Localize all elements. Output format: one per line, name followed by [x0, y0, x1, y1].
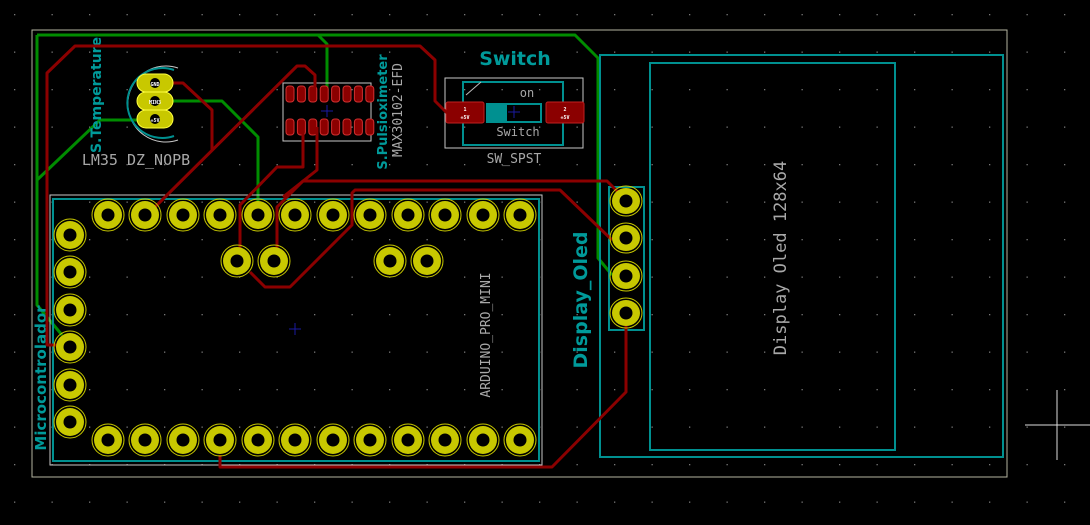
arduino-pad[interactable] [503, 423, 537, 457]
display-value: Display Oled 128x64 [771, 161, 791, 355]
arduino-pad[interactable] [53, 218, 87, 252]
arduino-pad[interactable] [391, 423, 425, 457]
arduino-pad[interactable] [53, 405, 87, 439]
pad-name: MIN3 [149, 100, 161, 106]
arduino-pad[interactable] [466, 423, 500, 457]
arduino-pad[interactable] [428, 423, 462, 457]
arduino-pad[interactable] [241, 423, 275, 457]
arduino-pad[interactable] [203, 198, 237, 232]
arduino-pad[interactable] [316, 198, 350, 232]
display-pin-pad[interactable] [609, 297, 643, 329]
pulse-pad[interactable] [285, 118, 295, 136]
pulse-value: MAX30102-EFD [391, 63, 406, 157]
arduino-pad[interactable] [391, 198, 425, 232]
temp-pads: GND MIN3 +5V [136, 73, 174, 129]
arduino-pad[interactable] [220, 244, 254, 278]
arduino-pad[interactable] [53, 293, 87, 327]
temp-reference: S.Temperature [89, 37, 105, 153]
arduino-pad[interactable] [278, 423, 312, 457]
arduino-pad[interactable] [128, 198, 162, 232]
arduino-pad[interactable] [53, 368, 87, 402]
temp-pad-3[interactable]: GND [136, 73, 174, 93]
temp-value: LM35 DZ_NOPB [82, 151, 190, 169]
arduino-value: ARDUINO_PRO_MINI [479, 272, 494, 397]
pad-name: GND [150, 82, 159, 88]
pulse-pad[interactable] [319, 118, 329, 136]
pulse-pad[interactable] [365, 118, 375, 136]
arduino-pad[interactable] [166, 423, 200, 457]
pulse-pad[interactable] [308, 85, 318, 103]
arduino-pad[interactable] [91, 423, 125, 457]
pulse-pad[interactable] [342, 85, 352, 103]
arduino-pad[interactable] [53, 330, 87, 364]
display-reference: Display_Oled [570, 232, 592, 369]
pad-net: +5V [460, 115, 469, 121]
arduino-pad[interactable] [241, 198, 275, 232]
switch-value: SW_SPST [487, 152, 542, 167]
arduino-pad[interactable] [166, 198, 200, 232]
pulse-pad[interactable] [353, 118, 363, 136]
pad-net: +5V [560, 115, 569, 121]
switch-pad-1[interactable]: 1 +5V [445, 101, 485, 124]
arduino-pad[interactable] [91, 198, 125, 232]
temp-pad-1[interactable]: +5V [136, 109, 174, 129]
arduino-pad[interactable] [410, 244, 444, 278]
switch-reference: Switch [479, 48, 551, 70]
temp-pad-2[interactable]: MIN3 [136, 91, 174, 111]
display-pin-pad[interactable] [609, 185, 643, 217]
display-pin-pad[interactable] [609, 260, 643, 292]
arduino-pad[interactable] [353, 423, 387, 457]
pulse-pad[interactable] [331, 85, 341, 103]
switch-body-label: Switch [496, 125, 539, 139]
pad-name: +5V [150, 118, 159, 124]
arduino-pad[interactable] [316, 423, 350, 457]
display-pin-pad[interactable] [609, 222, 643, 254]
switch-state-label: on [520, 86, 534, 100]
pulse-pad[interactable] [319, 85, 329, 103]
arduino-pad[interactable] [503, 198, 537, 232]
pulse-pad[interactable] [342, 118, 352, 136]
pulse-reference: S.Pulsioximeter [376, 54, 391, 170]
arduino-pad[interactable] [428, 198, 462, 232]
arduino-pad[interactable] [203, 423, 237, 457]
arduino-pad[interactable] [278, 198, 312, 232]
arduino-pad[interactable] [257, 244, 291, 278]
switch-pad-2[interactable]: 2 +5V [545, 101, 585, 124]
switch-toggle-knob [487, 104, 507, 122]
pcb-canvas[interactable]: Display Oled 128x64 Display_Oled ARDUINO… [0, 0, 1090, 525]
pulse-pad[interactable] [365, 85, 375, 103]
arduino-pad[interactable] [353, 198, 387, 232]
arduino-pad[interactable] [373, 244, 407, 278]
arduino-pad[interactable] [128, 423, 162, 457]
pulse-pad[interactable] [296, 85, 306, 103]
pulse-pad[interactable] [353, 85, 363, 103]
arduino-pad[interactable] [466, 198, 500, 232]
pad-number: 1 [463, 107, 466, 113]
pad-number: 2 [563, 107, 566, 113]
pcb-view[interactable]: Display Oled 128x64 Display_Oled ARDUINO… [0, 0, 1090, 525]
pulse-pad[interactable] [285, 85, 295, 103]
arduino-pad[interactable] [53, 255, 87, 289]
pulse-pad[interactable] [331, 118, 341, 136]
